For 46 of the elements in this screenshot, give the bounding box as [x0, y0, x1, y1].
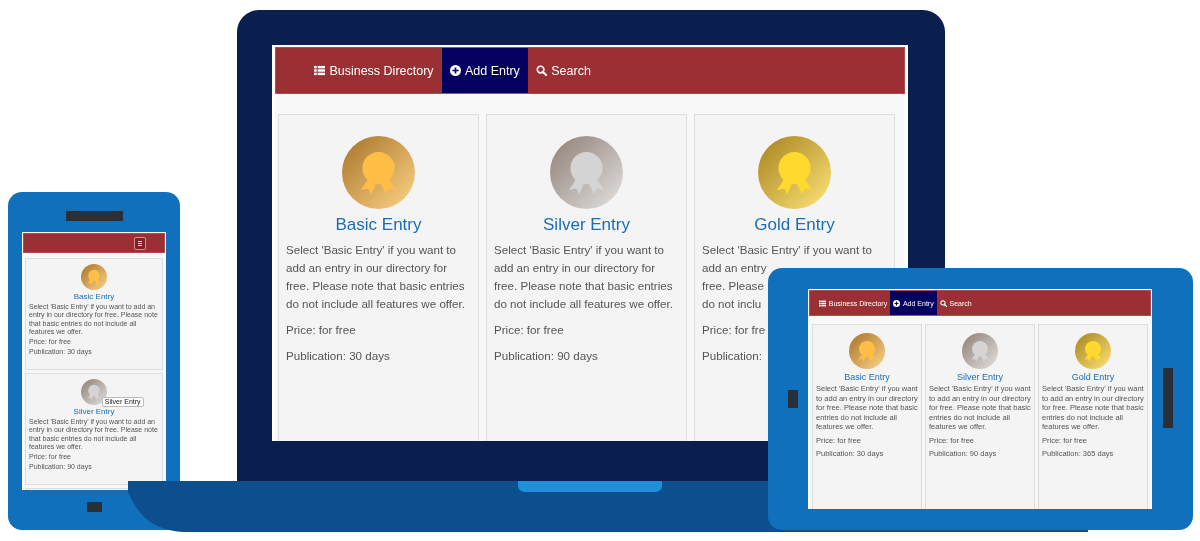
description-line: free. Please note that basic entries: [286, 278, 465, 294]
publication-text: Publication: 30 days: [286, 348, 390, 364]
medal-icon: [550, 136, 623, 209]
description-line: do not inclu: [702, 296, 762, 312]
description-line: Select 'Basic Entry' if you want to: [494, 242, 665, 258]
card-title[interactable]: Basic Entry: [844, 372, 890, 382]
medal-icon: [1075, 333, 1111, 369]
description-line: free. Please: [702, 278, 764, 294]
card-title[interactable]: Gold Entry: [1071, 372, 1115, 382]
price-text: Price: for free: [494, 322, 564, 338]
menu-button[interactable]: [134, 236, 146, 250]
description-line: free. Please note that basic entries: [494, 278, 673, 294]
description-line: add an entry: [702, 260, 767, 276]
plus-circle-icon: [449, 65, 461, 76]
description-line: do not include all features we offer.: [494, 296, 673, 312]
medal-icon: [849, 333, 885, 369]
list-icon: [314, 65, 325, 76]
medal-icon: [81, 379, 107, 405]
description-line: do not include all features we offer.: [286, 296, 465, 312]
description-line: add an entry in our directory for: [286, 260, 448, 276]
nav-tab[interactable]: Add Entry: [441, 48, 528, 93]
description-line: add an entry in our directory for: [494, 260, 656, 276]
publication-text: Publication:: [702, 348, 762, 364]
list-icon: [819, 299, 826, 307]
phone-speaker: [66, 211, 123, 221]
plus-circle-icon: [893, 299, 901, 307]
medal-icon: [962, 333, 998, 369]
card-title[interactable]: Basic Entry: [73, 292, 115, 301]
medal-icon: [758, 136, 831, 209]
card-title[interactable]: Silver Entry: [543, 215, 630, 235]
card-title[interactable]: Silver Entry: [957, 372, 1003, 382]
search-icon: [535, 65, 547, 76]
price-text: Price: for fre: [702, 322, 766, 338]
nav-tab[interactable]: Business Directory: [306, 48, 442, 93]
menu-icon: [138, 240, 142, 246]
medal-icon: [81, 264, 107, 290]
nav-tab[interactable]: Search: [527, 48, 599, 93]
description-line: Select 'Basic Entry' if you want to: [702, 242, 873, 258]
publication-text: Publication: 90 days: [494, 348, 598, 364]
description-line: Select 'Basic Entry' if you want to: [286, 242, 457, 258]
card-title[interactable]: Silver Entry: [73, 407, 115, 416]
card-title[interactable]: Basic Entry: [335, 215, 422, 235]
price-text: Price: for free: [286, 322, 356, 338]
card-title[interactable]: Gold Entry: [754, 215, 835, 235]
search-icon: [939, 299, 947, 307]
medal-icon: [342, 136, 415, 209]
